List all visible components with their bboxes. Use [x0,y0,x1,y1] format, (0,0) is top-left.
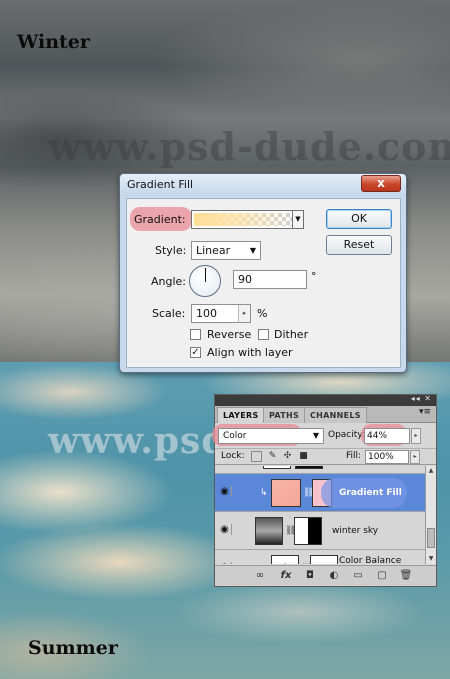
opacity-label: Opacity: [328,430,365,440]
layers-bottom-bar: ∞ fx ◘ ◐ ▭ ▢ 🗑 [215,565,436,586]
angle-dial[interactable] [189,265,221,297]
winter-sky-thumbnail[interactable] [255,517,283,545]
eye-icon[interactable]: ◉ [218,486,232,497]
reset-button[interactable]: Reset [326,235,392,255]
reverse-label: Reverse [207,328,252,341]
style-value: Linear [196,244,231,257]
dither-label: Dither [274,328,309,341]
blend-mode-select[interactable]: Color ▼ [218,428,324,444]
layer-row-gradient-fill[interactable]: ◉ ↳ ⛓ Gradient Fill [215,474,425,512]
layer-mask-thumbnail[interactable] [310,555,338,564]
lock-row: Lock: ✎ ✣ ■ Fill: 100% ▸ [215,448,436,465]
fx-icon[interactable]: fx [279,569,293,583]
eye-icon[interactable]: ◉ [218,562,232,564]
balance-icon[interactable]: ⚖ [271,555,299,564]
percent-sign: % [257,307,268,320]
align-checkbox[interactable]: ✓ [190,347,201,358]
tab-layers[interactable]: LAYERS [217,407,265,423]
tab-channels[interactable]: CHANNELS [304,407,367,423]
watermark: www.psd-dude.com [48,124,450,169]
gradient-fill-thumbnail[interactable] [271,479,301,507]
dialog-title: Gradient Fill [127,178,194,191]
panel-titlebar[interactable]: ◂◂ ✕ [215,394,436,406]
reverse-checkbox[interactable] [190,329,201,340]
mask-icon[interactable]: ◘ [303,569,317,583]
dither-checkbox[interactable] [258,329,269,340]
link-icon[interactable]: ∞ [253,569,267,583]
layer-name[interactable]: Gradient Fill [339,488,402,498]
scale-value: 100 [196,307,217,320]
fill-slider-toggle[interactable]: ▸ [410,450,420,464]
layer-thumbnail [263,466,291,469]
opacity-input[interactable]: 44% [364,428,410,444]
layer-row-winter-sky[interactable]: ◉ ⛓ winter sky [215,512,425,550]
dialog-body: Gradient: ▼ Style: Linear ▼ Angle: 90 ° … [126,198,401,368]
layer-name[interactable]: Color Balance [339,556,401,564]
gradient-label: Gradient: [134,213,186,226]
close-button[interactable]: x [361,175,401,192]
angle-needle [205,268,206,282]
style-select[interactable]: Linear ▼ [191,241,261,260]
brush-icon[interactable]: ✎ [267,451,278,462]
layers-panel: ◂◂ ✕ LAYERS PATHS CHANNELS ▾≡ Color ▼ Op… [212,394,437,587]
layer-row-color-balance[interactable]: ◉ ⚖ ⛓ Color Balance [215,550,425,564]
chevron-down-icon[interactable]: ▼ [292,211,303,228]
summer-label: Summer [28,637,118,659]
tab-paths[interactable]: PATHS [263,407,306,423]
adjustment-icon[interactable]: ◐ [327,569,341,583]
degree-sign: ° [311,270,317,283]
fill-label: Fill: [346,451,362,461]
gradient-swatch[interactable] [194,213,293,226]
layer-mask-thumbnail [295,466,323,469]
align-with-layer-label: Align with layer [207,346,293,359]
style-label: Style: [155,244,187,257]
blend-mode-value: Color [223,431,247,441]
gradient-picker[interactable]: ▼ [191,210,304,229]
panel-menu-icon[interactable]: ▾≡ [419,407,431,417]
ok-button[interactable]: OK [326,209,392,229]
angle-input[interactable]: 90 [233,270,307,289]
layers-list: ◉ ↳ ⛓ Gradient Fill ◉ ⛓ winter sky ◉ ⚖ ⛓… [215,466,425,564]
clipping-arrow-icon: ↳ [260,488,268,498]
gradient-fill-dialog: Gradient Fill x Gradient: ▼ Style: Linea… [119,173,407,373]
group-icon[interactable]: ▭ [351,569,365,583]
opacity-slider-toggle[interactable]: ▸ [411,428,421,444]
lock-icon[interactable]: ■ [298,451,309,462]
scale-slider-toggle[interactable]: ▸ [238,305,250,322]
chevron-down-icon: ▼ [249,246,256,255]
scroll-up-icon[interactable]: ▲ [427,467,435,475]
dialog-titlebar[interactable]: Gradient Fill x [120,174,406,196]
checkmark-icon: ✓ [191,347,200,358]
move-icon[interactable]: ✣ [282,451,293,462]
eye-icon[interactable]: ◉ [218,524,232,535]
angle-label: Angle: [151,275,187,288]
new-layer-icon[interactable]: ▢ [375,569,389,583]
fill-input[interactable]: 100% [365,450,409,464]
scroll-thumb[interactable] [427,528,435,548]
winter-label: Winter [17,31,90,53]
layer-row[interactable] [215,466,425,474]
layer-name[interactable]: winter sky [332,526,378,536]
scale-input[interactable]: 100 ▸ [191,304,251,323]
panel-tabs: LAYERS PATHS CHANNELS ▾≡ [215,406,436,423]
chevron-down-icon: ▼ [312,431,319,440]
scale-label: Scale: [152,307,186,320]
scroll-down-icon[interactable]: ▼ [427,555,435,563]
trash-icon[interactable]: 🗑 [399,569,413,583]
layer-mask-thumbnail[interactable] [294,517,322,545]
lock-label: Lock: [221,451,245,461]
lock-transparency-icon[interactable] [251,451,262,462]
collapse-close-icon[interactable]: ◂◂ ✕ [411,394,432,403]
layers-scrollbar[interactable]: ▲ ▼ [425,466,436,564]
